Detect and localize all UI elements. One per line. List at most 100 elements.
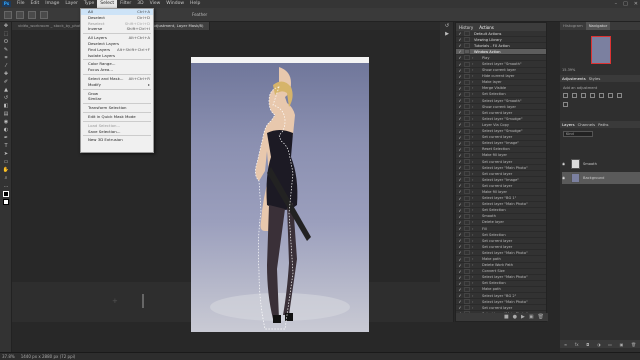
color-balance-icon[interactable] <box>617 93 622 98</box>
background-color-icon[interactable] <box>0 198 12 206</box>
hue-icon[interactable] <box>608 93 613 98</box>
tab-channels[interactable]: Channels <box>578 122 596 127</box>
new-layer-icon[interactable]: ▣ <box>620 342 624 347</box>
dialog-toggle[interactable] <box>464 104 470 110</box>
dialog-toggle[interactable] <box>464 134 470 140</box>
actions-panel-icon[interactable]: ▶ <box>440 30 454 38</box>
check-icon[interactable]: ✓ <box>456 275 464 280</box>
curves-icon[interactable] <box>581 93 586 98</box>
dialog-toggle[interactable] <box>464 116 470 122</box>
mask-icon[interactable]: ◘ <box>586 342 589 347</box>
menu-file[interactable]: File <box>14 0 28 8</box>
record-icon[interactable]: ● <box>513 314 517 320</box>
dialog-toggle[interactable] <box>464 183 470 189</box>
new-action-icon[interactable]: ▣ <box>529 314 534 320</box>
check-icon[interactable]: ✓ <box>456 122 464 127</box>
dialog-toggle[interactable] <box>464 293 470 299</box>
check-icon[interactable]: ✓ <box>456 37 464 42</box>
layer-kind-filter[interactable]: Kind <box>563 131 593 137</box>
fx-icon[interactable]: fx <box>575 342 579 347</box>
select-menu-item[interactable]: Save Selection... <box>81 129 153 135</box>
navigator-zoom[interactable]: 15.39% <box>562 68 575 72</box>
select-menu-item[interactable]: Transform Selection <box>81 105 153 111</box>
dialog-toggle[interactable] <box>464 280 470 286</box>
close-icon[interactable]: ✕ <box>634 1 638 7</box>
maximize-icon[interactable]: □ <box>623 1 628 7</box>
check-icon[interactable]: ✓ <box>456 141 464 146</box>
marquee-tool-icon[interactable]: ⬚ <box>0 30 12 38</box>
check-icon[interactable]: ✓ <box>456 31 464 36</box>
check-icon[interactable]: ✓ <box>456 293 464 298</box>
dialog-toggle[interactable] <box>464 286 470 292</box>
vibrance-icon[interactable] <box>599 93 604 98</box>
check-icon[interactable]: ✓ <box>456 305 464 310</box>
check-icon[interactable]: ✓ <box>456 202 464 207</box>
add-selection-button[interactable] <box>28 10 36 19</box>
zoom-tool-icon[interactable]: ⌕ <box>0 174 12 182</box>
dialog-toggle[interactable] <box>464 299 470 305</box>
check-icon[interactable]: ✓ <box>456 226 464 231</box>
check-icon[interactable]: ✓ <box>456 98 464 103</box>
dialog-toggle[interactable] <box>464 213 470 219</box>
select-menu-item[interactable]: Similar <box>81 96 153 102</box>
dialog-toggle[interactable] <box>464 31 470 37</box>
check-icon[interactable]: ✓ <box>456 257 464 262</box>
move-tool-icon[interactable]: ✥ <box>0 22 12 30</box>
levels-icon[interactable] <box>572 93 577 98</box>
tab-paths[interactable]: Paths <box>598 122 608 127</box>
history-brush-icon[interactable]: ↺ <box>0 94 12 102</box>
tool-preset-button[interactable] <box>4 10 12 19</box>
dialog-toggle[interactable] <box>464 244 470 250</box>
crop-tool-icon[interactable]: ⌗ <box>0 54 12 62</box>
check-icon[interactable]: ✓ <box>456 299 464 304</box>
check-icon[interactable]: ✓ <box>456 214 464 219</box>
menu-type[interactable]: Type <box>81 0 97 8</box>
trash-icon[interactable]: 🗑 <box>631 342 636 347</box>
check-icon[interactable]: ✓ <box>456 86 464 91</box>
check-icon[interactable]: ✓ <box>456 220 464 225</box>
menu-layer[interactable]: Layer <box>62 0 81 8</box>
dialog-toggle[interactable] <box>464 305 470 311</box>
more-tools-icon[interactable]: … <box>0 182 12 190</box>
dialog-toggle[interactable] <box>464 201 470 207</box>
check-icon[interactable]: ✓ <box>456 68 464 73</box>
menu-help[interactable]: Help <box>187 0 203 8</box>
select-menu-item[interactable]: Isolate Layers <box>81 53 153 59</box>
dialog-toggle[interactable] <box>464 232 470 238</box>
dialog-toggle[interactable] <box>464 98 470 104</box>
dialog-toggle[interactable] <box>464 189 470 195</box>
check-icon[interactable]: ✓ <box>456 208 464 213</box>
check-icon[interactable]: ✓ <box>456 92 464 97</box>
check-icon[interactable]: ✓ <box>456 177 464 182</box>
brightness-icon[interactable] <box>563 93 568 98</box>
check-icon[interactable]: ✓ <box>456 62 464 67</box>
check-icon[interactable]: ✓ <box>456 183 464 188</box>
menu-select[interactable]: Select <box>97 0 118 8</box>
layer-row[interactable]: ◉ Background <box>562 172 640 184</box>
tab-histogram[interactable]: Histogram <box>560 22 586 30</box>
dialog-toggle[interactable] <box>464 37 470 43</box>
shape-tool-icon[interactable]: ▭ <box>0 158 12 166</box>
eyedropper-tool-icon[interactable]: ⁄ <box>0 62 12 70</box>
dialog-toggle[interactable] <box>464 226 470 232</box>
check-icon[interactable]: ✓ <box>456 147 464 152</box>
check-icon[interactable]: ✓ <box>456 49 464 54</box>
tab-actions[interactable]: Actions <box>479 25 494 30</box>
check-icon[interactable]: ✓ <box>456 159 464 164</box>
check-icon[interactable]: ✓ <box>456 116 464 121</box>
subtract-selection-button[interactable] <box>40 10 48 19</box>
tab-navigator[interactable]: Navigator <box>585 22 611 30</box>
tab-layers[interactable]: Layers <box>562 122 575 127</box>
check-icon[interactable]: ✓ <box>456 171 464 176</box>
check-icon[interactable]: ✓ <box>456 135 464 140</box>
dialog-toggle[interactable] <box>464 152 470 158</box>
check-icon[interactable]: ✓ <box>456 196 464 201</box>
check-icon[interactable]: ✓ <box>456 43 464 48</box>
dialog-toggle[interactable] <box>464 274 470 280</box>
type-tool-icon[interactable]: T <box>0 142 12 150</box>
navigator-thumbnail[interactable] <box>591 36 611 64</box>
dialog-toggle[interactable] <box>464 73 470 79</box>
history-panel-icon[interactable]: ↺ <box>440 22 454 30</box>
layer-row[interactable]: ◉ Smooth <box>562 158 640 170</box>
check-icon[interactable]: ✓ <box>456 232 464 237</box>
